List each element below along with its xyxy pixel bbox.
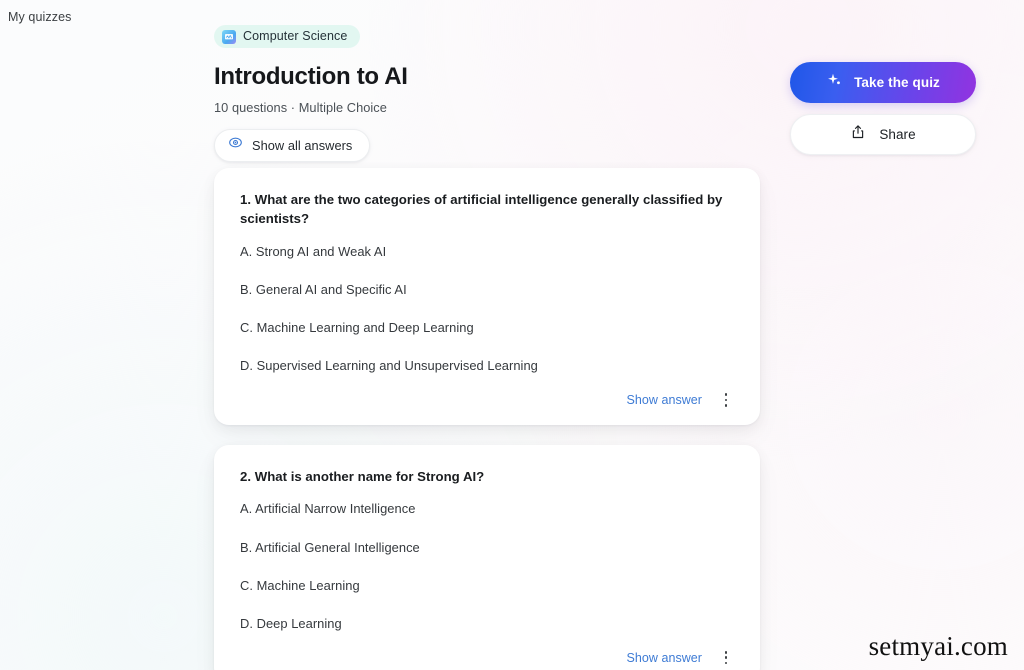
share-icon [850, 124, 866, 145]
kebab-menu-icon[interactable] [718, 649, 734, 667]
question-footer: Show answer [240, 391, 734, 413]
show-all-answers-label: Show all answers [252, 137, 353, 153]
breadcrumb: My quizzes [8, 8, 72, 26]
subject-badge: Computer Science [214, 25, 361, 48]
take-quiz-button[interactable]: Take the quiz [790, 62, 976, 103]
question-option[interactable]: A. Strong AI and Weak AI [240, 243, 734, 261]
question-card: 2. What is another name for Strong AI? A… [214, 445, 760, 670]
question-card: 1. What are the two categories of artifi… [214, 168, 760, 426]
page-title: Introduction to AI [214, 63, 408, 90]
quiz-actions: Take the quiz Share [790, 62, 976, 155]
question-list: 1. What are the two categories of artifi… [214, 168, 760, 670]
question-option[interactable]: D. Deep Learning [240, 615, 734, 633]
kebab-menu-icon[interactable] [718, 391, 734, 409]
computer-chip-icon [222, 29, 236, 44]
question-option[interactable]: C. Machine Learning [240, 577, 734, 595]
quiz-meta: 10 questions · Multiple Choice [214, 99, 387, 115]
question-text: 2. What is another name for Strong AI? [240, 469, 485, 485]
eye-icon [228, 135, 243, 155]
question-options: A. Strong AI and Weak AI B. General AI a… [240, 243, 734, 375]
question-option[interactable]: C. Machine Learning and Deep Learning [240, 319, 734, 337]
quiz-page: Computer Science Introduction to AI 10 q… [214, 0, 976, 670]
question-option[interactable]: B. Artificial General Intelligence [240, 539, 734, 557]
watermark: setmyai.com [868, 631, 1008, 661]
subject-badge-label: Computer Science [243, 29, 348, 44]
show-answer-link[interactable]: Show answer [627, 651, 702, 665]
back-to-my-quizzes-link[interactable]: My quizzes [8, 10, 72, 24]
share-button[interactable]: Share [790, 114, 976, 155]
quiz-header: Computer Science Introduction to AI 10 q… [214, 25, 774, 162]
question-text: 1. What are the two categories of artifi… [240, 192, 723, 227]
question-option[interactable]: D. Supervised Learning and Unsupervised … [240, 357, 734, 375]
show-all-answers-button[interactable]: Show all answers [214, 128, 371, 162]
show-answer-link[interactable]: Show answer [627, 393, 702, 407]
share-label: Share [879, 127, 916, 142]
question-option[interactable]: A. Artificial Narrow Intelligence [240, 500, 734, 518]
question-options: A. Artificial Narrow Intelligence B. Art… [240, 500, 734, 632]
question-footer: Show answer [240, 649, 734, 670]
sparkle-icon [826, 72, 843, 94]
take-quiz-label: Take the quiz [854, 75, 940, 90]
question-option[interactable]: B. General AI and Specific AI [240, 281, 734, 299]
